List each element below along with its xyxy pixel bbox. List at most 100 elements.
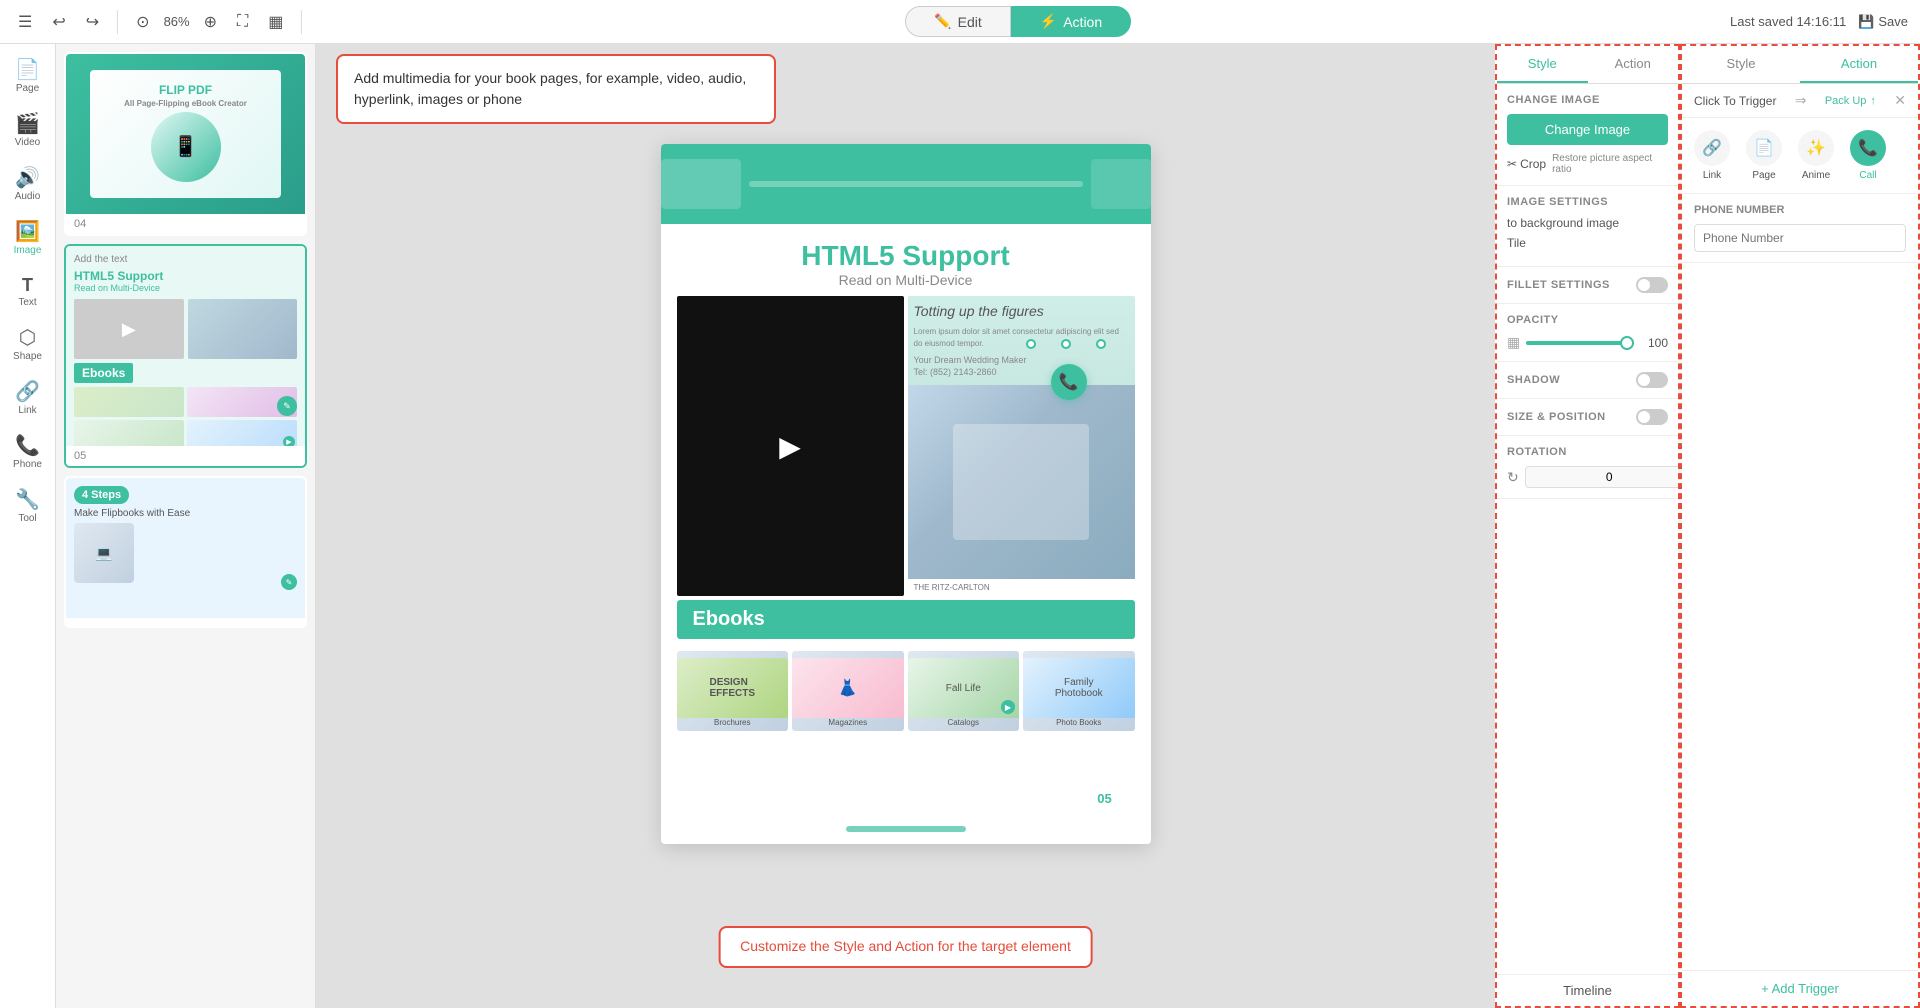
rotation-input[interactable] (1525, 466, 1680, 488)
fullscreen-button[interactable]: ⛶ (231, 9, 254, 35)
fillet-settings-section: FILLET SETTINGS (1497, 267, 1678, 304)
shape-icon: ⬡ (19, 328, 36, 348)
timeline-button[interactable]: Timeline (1563, 983, 1612, 998)
redo-button[interactable]: ↪ (80, 8, 105, 36)
video-icon: 🎬 (15, 114, 40, 134)
crop-button[interactable]: ✂ Crop (1507, 157, 1546, 171)
action-tab-style[interactable]: Style (1682, 46, 1800, 83)
book-grid: DESIGNEFFECTS Brochures 👗 Magazines (669, 643, 1143, 739)
sidebar-item-audio[interactable]: 🔊 Audio (4, 160, 52, 210)
page-top-bar (661, 144, 1151, 224)
add-trigger-button[interactable]: + Add Trigger (1761, 981, 1839, 996)
change-image-button[interactable]: Change Image (1507, 114, 1668, 145)
action-icon-anime[interactable]: ✨ Anime (1798, 130, 1834, 181)
sidebar-item-phone[interactable]: 📞 Phone (4, 428, 52, 478)
call-action-icon: 📞 (1850, 130, 1886, 166)
sidebar-item-page[interactable]: 📄 Page (4, 52, 52, 102)
sidebar-label-page: Page (16, 83, 39, 94)
text-icon: T (22, 276, 33, 294)
sidebar-label-phone: Phone (13, 459, 42, 470)
opacity-slider-thumb[interactable] (1620, 336, 1634, 350)
topbar-right: Last saved 14:16:11 💾 Save (1730, 14, 1908, 30)
shadow-title: SHADOW (1507, 374, 1560, 386)
thumbnail-05[interactable]: Add the text HTML5 Support Read on Multi… (64, 244, 307, 468)
thumb-img-06: 4 Steps Make Flipbooks with Ease 💻 ✎ (66, 478, 305, 618)
book-cell-catalogs: Fall Life ▶ Catalogs (908, 651, 1020, 731)
ebooks-bar: Ebooks (677, 600, 1135, 639)
rotation-row: ↻ (1507, 466, 1668, 488)
tab-action[interactable]: ⚡ Action (1011, 6, 1131, 37)
grid-button[interactable]: ▦ (262, 8, 289, 36)
size-position-toggle[interactable] (1636, 409, 1668, 425)
right-panels: Style Action CHANGE IMAGE Change Image ✂… (1495, 44, 1920, 1008)
size-position-section: SIZE & POSITION (1497, 399, 1678, 436)
phone-number-section: PHONE NUMBER (1682, 194, 1918, 263)
link-action-icon: 🔗 (1694, 130, 1730, 166)
fillet-toggle[interactable] (1636, 277, 1668, 293)
thumbnail-04[interactable]: FLIP PDF All Page-Flipping eBook Creator… (64, 52, 307, 236)
image-settings-title: IMAGE SETTINGS (1507, 196, 1668, 208)
sidebar-item-video[interactable]: 🎬 Video (4, 106, 52, 156)
action-panel: Style Action Click To Trigger ⇒ Pack Up … (1680, 44, 1920, 1008)
pack-up-button[interactable]: Pack Up ↑ (1825, 95, 1876, 107)
save-button[interactable]: 💾 Save (1858, 14, 1908, 30)
action-icon-page[interactable]: 📄 Page (1746, 130, 1782, 181)
style-tab-action[interactable]: Action (1588, 46, 1679, 83)
sidebar-label-image: Image (14, 245, 42, 256)
action-icon: ⚡ (1040, 13, 1057, 30)
sidebar-label-video: Video (15, 137, 40, 148)
selection-handle-tl[interactable] (1026, 339, 1036, 349)
to-background-label: to background image (1507, 216, 1619, 230)
pack-up-icon: ↑ (1870, 95, 1876, 107)
page-content: HTML5 Support Read on Multi-Device ▶ Tot… (661, 224, 1151, 747)
circle-button[interactable]: ⊙ (130, 8, 155, 36)
undo-button[interactable]: ↩ (46, 8, 71, 36)
style-tab-style[interactable]: Style (1497, 46, 1588, 83)
sidebar-item-image[interactable]: 🖼️ Image (4, 214, 52, 264)
tab-edit[interactable]: ✏️ Edit (905, 6, 1011, 37)
link-action-label: Link (1703, 170, 1721, 181)
sidebar-item-tool[interactable]: 🔧 Tool (4, 482, 52, 532)
page-action-icon: 📄 (1746, 130, 1782, 166)
selection-handle-tc[interactable] (1061, 339, 1071, 349)
tile-row: Tile (1507, 236, 1668, 250)
opacity-section: OPACITY ▦ 100 (1497, 304, 1678, 362)
close-trigger-button[interactable]: ✕ (1894, 92, 1906, 109)
zoom-in-button[interactable]: ⊕ (198, 8, 223, 36)
tooltip-bottom: Customize the Style and Action for the t… (718, 926, 1093, 968)
tooltip-top: Add multimedia for your book pages, for … (336, 54, 776, 124)
thumb-img-04: FLIP PDF All Page-Flipping eBook Creator… (66, 54, 305, 214)
opacity-value: 100 (1640, 336, 1668, 350)
page-canvas: HTML5 Support Read on Multi-Device ▶ Tot… (661, 144, 1151, 844)
canvas-scrollbar[interactable] (846, 826, 966, 832)
action-icon-call[interactable]: 📞 Call (1850, 130, 1886, 181)
shadow-toggle[interactable] (1636, 372, 1668, 388)
image-icon: 🖼️ (15, 222, 40, 242)
book-cell-magazines: 👗 Magazines (792, 651, 904, 731)
fillet-title: FILLET SETTINGS (1507, 279, 1610, 291)
html5-subtitle: Read on Multi-Device (669, 272, 1143, 288)
thumb-number-06 (66, 618, 305, 626)
play-icon: ▶ (779, 430, 801, 463)
add-trigger-bar: + Add Trigger (1682, 970, 1918, 1006)
page-number: 05 (1083, 776, 1127, 820)
thumbnail-06[interactable]: 4 Steps Make Flipbooks with Ease 💻 ✎ (64, 476, 307, 628)
phone-number-input[interactable] (1694, 224, 1906, 252)
sidebar-item-text[interactable]: T Text (4, 268, 52, 316)
sidebar-item-link[interactable]: 🔗 Link (4, 374, 52, 424)
topbar-center-tabs: ✏️ Edit ⚡ Action (314, 6, 1722, 37)
sidebar-item-shape[interactable]: ⬡ Shape (4, 320, 52, 370)
menu-button[interactable]: ☰ (12, 8, 38, 36)
sidebar-label-shape: Shape (13, 351, 42, 362)
rotation-title: ROTATION (1507, 446, 1668, 458)
action-tab-action[interactable]: Action (1800, 46, 1918, 83)
opacity-slider-track[interactable] (1526, 341, 1634, 345)
tooltip-top-text: Add multimedia for your book pages, for … (354, 70, 746, 107)
sidebar-label-text: Text (18, 297, 36, 308)
phone-action-button[interactable]: 📞 (1051, 364, 1087, 400)
selection-handle-tr[interactable] (1096, 339, 1106, 349)
page-icon: 📄 (15, 60, 40, 80)
action-icon-link[interactable]: 🔗 Link (1694, 130, 1730, 181)
opacity-slider-row: ▦ 100 (1507, 334, 1668, 351)
sidebar-label-link: Link (18, 405, 36, 416)
